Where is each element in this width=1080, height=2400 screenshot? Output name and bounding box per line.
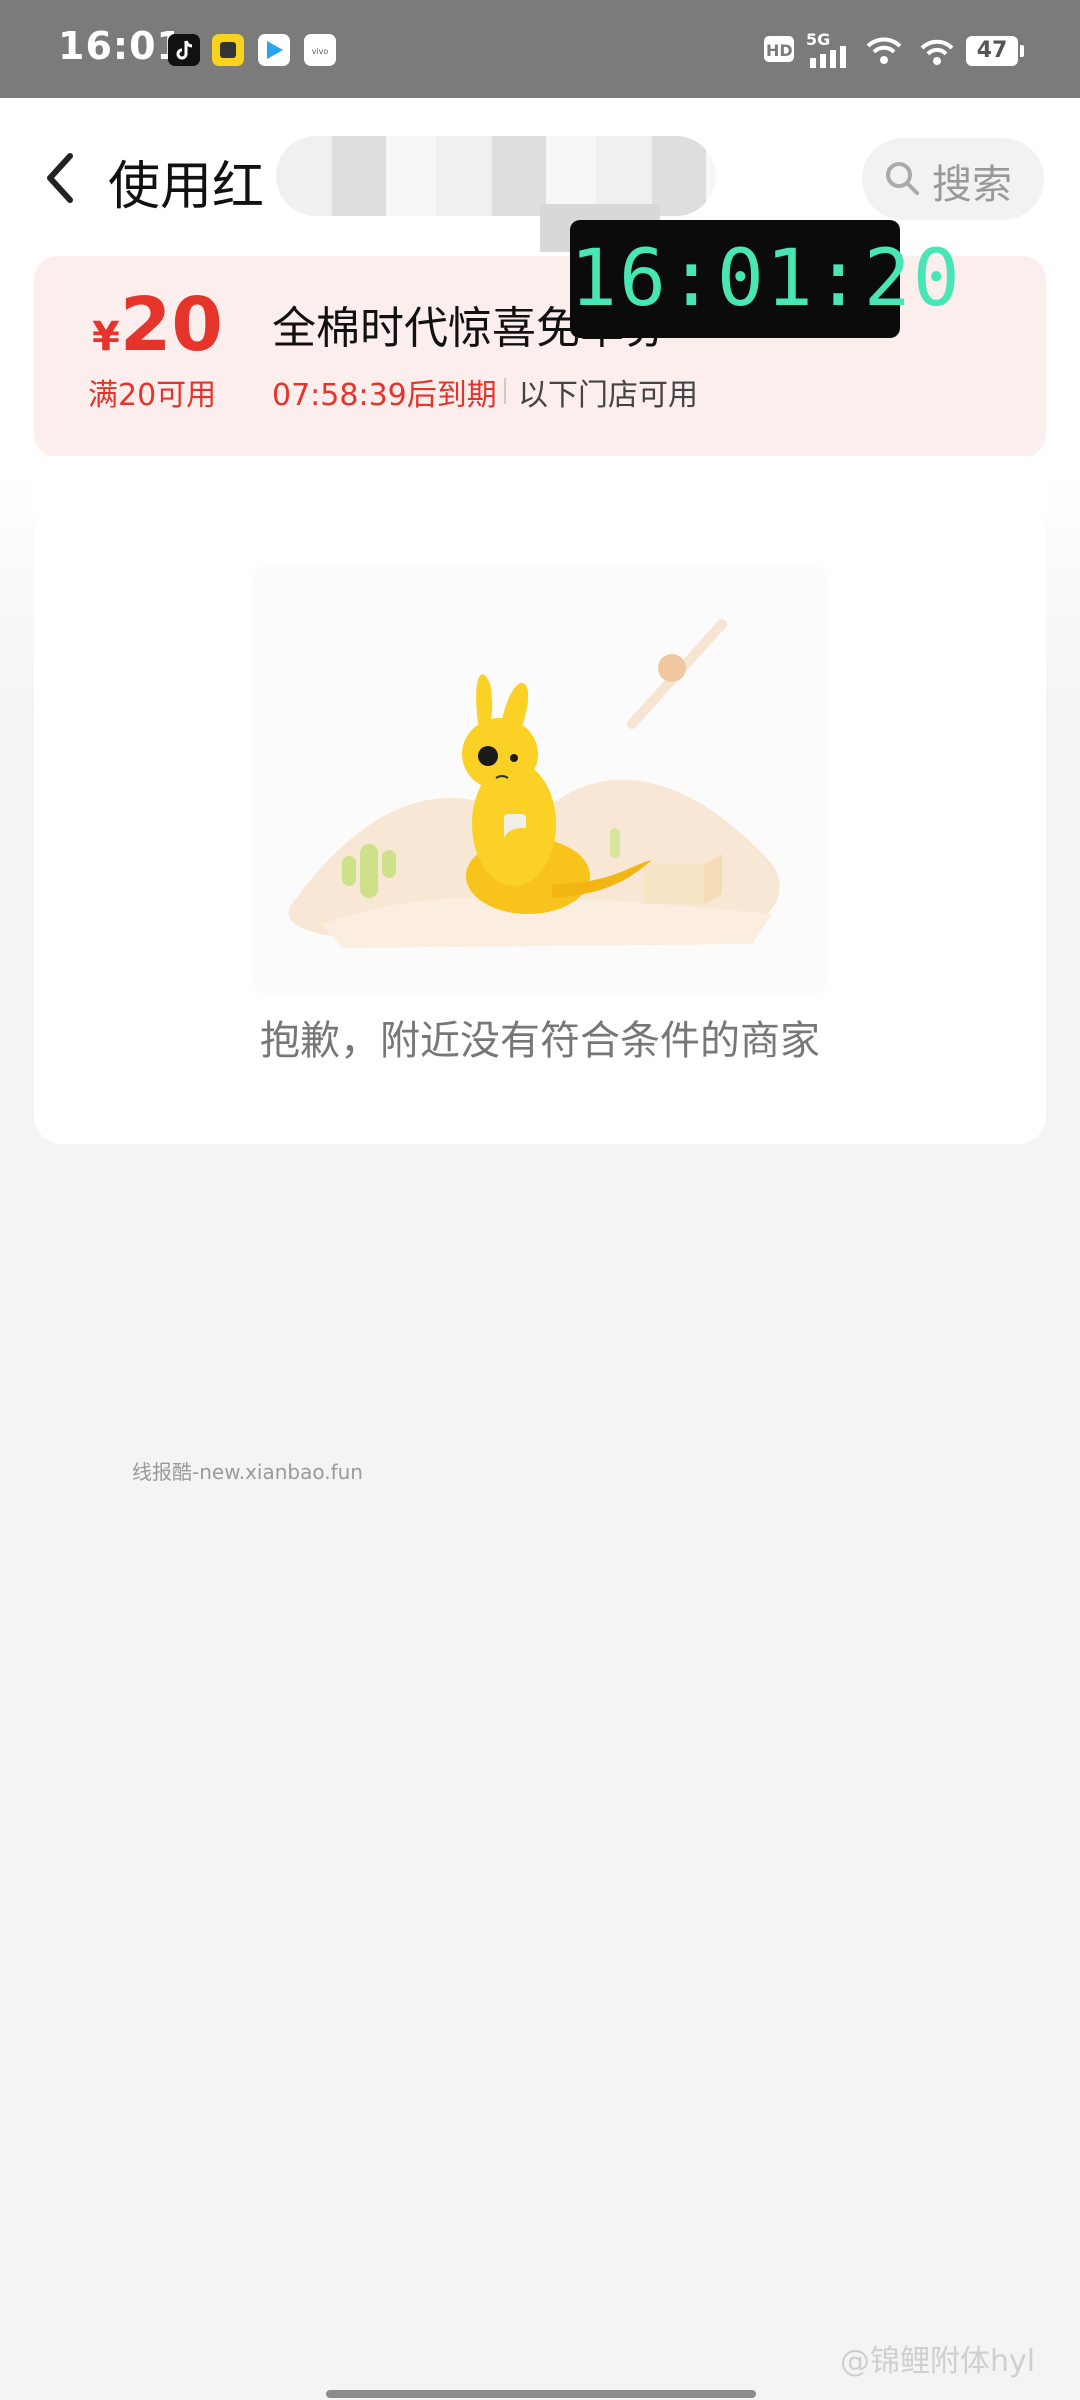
divider: [504, 378, 506, 404]
coupon-value: 20: [119, 282, 223, 368]
status-bar: 16:01 vivo HD 5G 47: [0, 0, 1080, 98]
search-icon: [886, 162, 919, 195]
empty-state-card: 抱歉，附近没有符合条件的商家: [34, 456, 1046, 1144]
back-arrow-icon[interactable]: [38, 148, 84, 208]
clock-overlay: 16:01:20: [570, 220, 960, 338]
vivo-icon: vivo: [304, 34, 336, 66]
signal-icon: [810, 46, 846, 68]
search-label: 搜索: [932, 162, 1012, 208]
weibo-watermark: @锦鲤附体hyl: [840, 2344, 1036, 2379]
coupon-expiry: 07:58:39后到期: [272, 378, 497, 413]
home-indicator[interactable]: [326, 2390, 756, 2398]
empty-illustration: [252, 564, 828, 996]
empty-message: 抱歉，附近没有符合条件的商家: [260, 1018, 820, 1064]
wifi-icon-secondary: [920, 39, 954, 65]
coupon-threshold: 满20可用: [88, 378, 217, 413]
coupon-amount: ¥20: [92, 282, 223, 368]
blue-play-icon: [258, 34, 290, 66]
status-time: 16:01: [58, 24, 184, 68]
search-button[interactable]: 搜索: [862, 138, 1044, 220]
coupon-store-note: 以下门店可用: [518, 378, 698, 413]
wifi-icon: [866, 37, 902, 64]
tiktok-icon: [168, 34, 200, 66]
svg-text:vivo: vivo: [312, 47, 329, 56]
battery-icon: 47: [966, 36, 1024, 66]
coupon-currency: ¥: [92, 314, 120, 360]
site-watermark: 线报酷-new.xianbao.fun: [132, 1460, 363, 1484]
yellow-app-icon: [212, 34, 244, 66]
hd-icon: HD: [764, 36, 794, 62]
page-title: 使用红: [108, 157, 265, 217]
